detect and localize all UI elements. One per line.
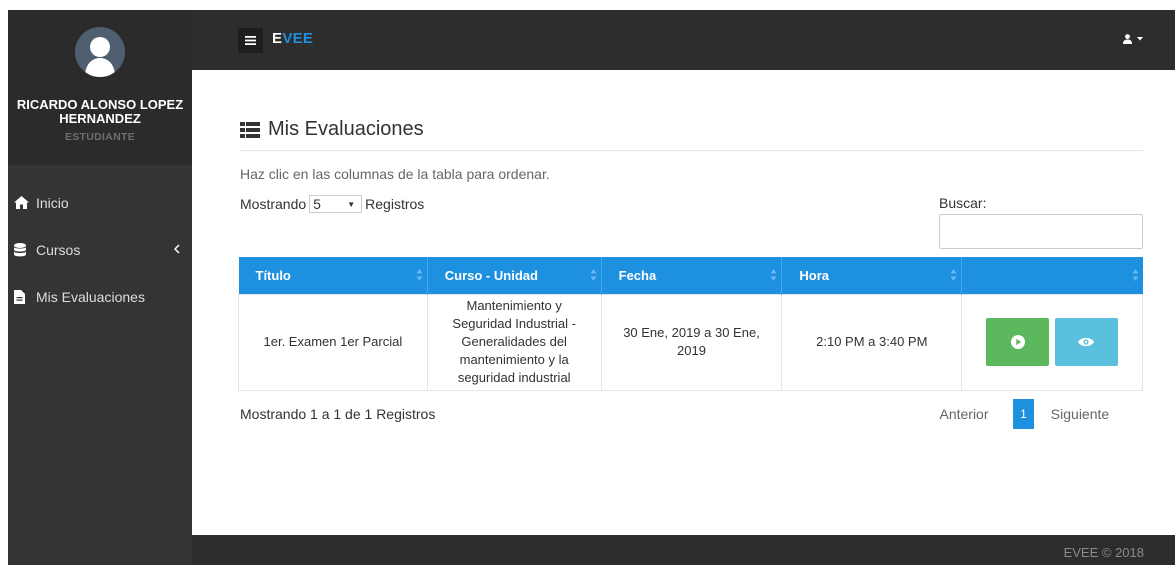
length-suffix: Registros	[365, 196, 425, 212]
user-name: RICARDO ALONSO LOPEZ HERNANDEZ	[16, 97, 184, 126]
page-title-text: Mis Evaluaciones	[268, 118, 424, 140]
table-header-row: Título Curso - Unidad Fecha Hora	[238, 257, 1143, 294]
cell-curso-unidad: Mantenimiento y Seguridad Industrial - G…	[426, 293, 602, 391]
database-icon	[14, 242, 36, 257]
sidebar: RICARDO ALONSO LOPEZ HERNANDEZ ESTUDIANT…	[8, 10, 192, 565]
user-menu-button[interactable]	[1123, 34, 1143, 44]
sidebar-item-label: Mis Evaluaciones	[36, 288, 145, 305]
main-content: Mis Evaluaciones Haz clic en las columna…	[192, 70, 1175, 535]
sidebar-item-inicio[interactable]: Inicio	[8, 179, 192, 226]
sort-icon	[590, 269, 597, 281]
file-icon	[14, 289, 36, 304]
column-header-label: Curso - Unidad	[444, 267, 538, 283]
footer: EVEE © 2018	[192, 535, 1175, 565]
play-circle-icon	[1010, 335, 1025, 349]
caret-down-icon	[1137, 37, 1143, 41]
page-header: Mis Evaluaciones	[240, 118, 1143, 151]
length-control: Mostrando 5 ▼ Registros	[240, 195, 424, 213]
column-header-curso-unidad[interactable]: Curso - Unidad	[427, 257, 602, 294]
hamburger-icon	[245, 36, 256, 45]
brand-part-2: VEE	[282, 30, 314, 47]
menu-toggle-button[interactable]	[238, 28, 263, 53]
table-info: Mostrando 1 a 1 de 1 Registros	[240, 406, 436, 422]
table-hint: Haz clic en las columnas de la tabla par…	[240, 166, 550, 182]
search-label: Buscar:	[939, 195, 987, 211]
user-silhouette-icon	[85, 37, 115, 77]
eye-icon	[1078, 337, 1095, 347]
page-title: Mis Evaluaciones	[240, 118, 1143, 141]
sidebar-item-cursos[interactable]: Cursos	[8, 226, 192, 273]
sort-icon	[950, 269, 957, 281]
select-caret-icon: ▼	[347, 199, 356, 209]
view-evaluation-button[interactable]	[1054, 318, 1118, 366]
cell-actions	[961, 293, 1143, 391]
home-icon	[14, 196, 36, 209]
table-row: 1er. Examen 1er Parcial Mantenimiento y …	[238, 293, 1143, 391]
evaluations-table: Título Curso - Unidad Fecha Hora 1er. Ex…	[238, 257, 1143, 391]
sort-icon	[416, 269, 423, 281]
length-prefix: Mostrando	[240, 196, 307, 212]
page-length-select[interactable]: 5 ▼	[309, 195, 363, 213]
sidebar-item-label: Cursos	[36, 241, 81, 258]
column-header-label: Fecha	[618, 267, 657, 283]
start-evaluation-button[interactable]	[986, 318, 1050, 366]
list-icon	[240, 121, 260, 138]
column-header-actions[interactable]	[961, 257, 1143, 294]
cell-titulo: 1er. Examen 1er Parcial	[238, 293, 428, 391]
sort-icon	[770, 269, 777, 281]
pagination-next[interactable]: Siguiente	[1034, 406, 1126, 422]
column-header-label: Título	[255, 267, 291, 283]
column-header-fecha[interactable]: Fecha	[601, 257, 783, 294]
user-icon	[1123, 34, 1132, 44]
cell-fecha: 30 Ene, 2019 a 30 Ene, 2019	[600, 293, 783, 391]
brand-logo[interactable]: EVEE	[272, 30, 313, 47]
page-length-value: 5	[313, 196, 321, 212]
search-input[interactable]	[939, 214, 1143, 249]
chevron-left-icon	[173, 241, 180, 257]
pagination: Anterior 1 Siguiente	[929, 399, 1126, 429]
footer-copyright: EVEE © 2018	[1063, 545, 1144, 560]
user-panel: RICARDO ALONSO LOPEZ HERNANDEZ ESTUDIANT…	[8, 10, 192, 165]
sidebar-item-label: Inicio	[36, 194, 69, 211]
pagination-previous[interactable]: Anterior	[929, 406, 999, 422]
column-header-label: Hora	[799, 267, 830, 283]
topbar: EVEE	[192, 10, 1175, 70]
user-role: ESTUDIANTE	[64, 131, 136, 143]
brand-part-1: E	[272, 30, 283, 47]
pagination-page-1[interactable]: 1	[1013, 399, 1034, 429]
avatar	[75, 27, 125, 77]
sidebar-item-mis-evaluaciones[interactable]: Mis Evaluaciones	[8, 273, 192, 320]
column-header-hora[interactable]: Hora	[781, 257, 963, 294]
sidebar-nav: Inicio Cursos Mis Evaluaciones	[8, 165, 192, 320]
cell-hora: 2:10 PM a 3:40 PM	[781, 293, 963, 391]
column-header-titulo[interactable]: Título	[238, 257, 428, 294]
sort-icon	[1132, 269, 1138, 281]
